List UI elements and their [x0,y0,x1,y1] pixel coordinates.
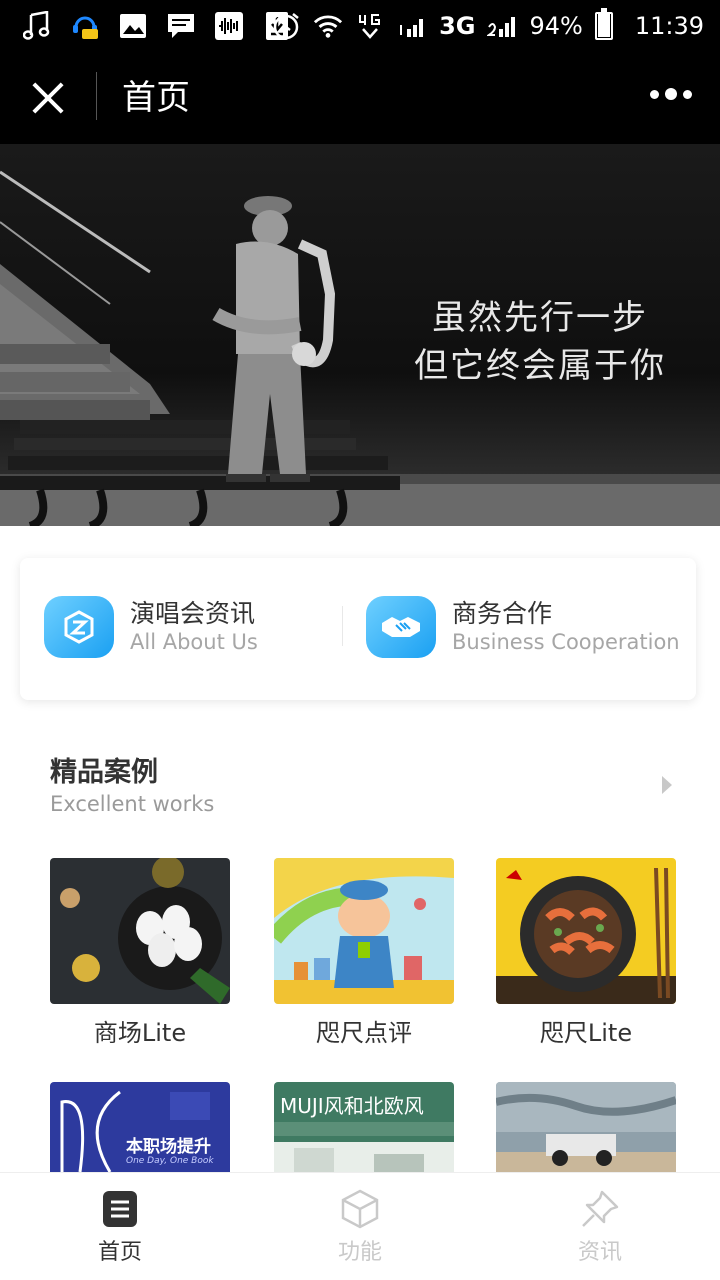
section-title: 精品案例 [50,757,158,788]
clock: 11:39 [634,12,704,40]
status-bar: 3G 94% 11:39 [0,0,720,52]
network-type: 3G [439,12,476,40]
battery-icon [594,8,613,40]
cube-icon [340,1189,380,1229]
case-label: 咫尺Lite [539,1019,633,1047]
case-card[interactable] [496,1082,676,1172]
case-card[interactable]: 咫尺Lite [496,858,676,1048]
case-thumbnail-career: 本职场提升 One Day, One Book [50,1082,230,1172]
banner-caption-line2: 但它终会属于你 [414,346,666,386]
tab-features[interactable]: 功能 [300,1189,420,1267]
quick-link-subtitle: All About Us [130,630,258,654]
banner-caption: 虽然先行一步 但它终会属于你 [380,294,700,390]
document-icon [100,1189,140,1229]
tab-label: 资讯 [577,1240,622,1265]
case-label: 商场Lite [93,1019,187,1047]
quick-links-card: 演唱会资讯 All About Us 商务合作 Business Coopera… [20,558,696,700]
message-icon [166,11,196,41]
case-card[interactable]: MUJI风和北欧风 [274,1082,454,1172]
hero-banner[interactable]: 虽然先行一步 但它终会属于你 [0,144,720,526]
nav-divider [96,72,97,120]
signal-2-icon [487,11,517,41]
case-card[interactable]: 本职场提升 One Day, One Book [50,1082,230,1172]
chevron-right-icon[interactable] [662,776,672,794]
quick-links-divider [342,606,343,646]
case-thumbnail-career-subtext: One Day, One Book [126,1156,214,1166]
case-thumbnail-career-text: 本职场提升 [126,1137,211,1157]
case-thumbnail-eggs [50,858,230,1004]
page-title: 首页 [122,78,190,118]
banner-caption-line1: 虽然先行一步 [432,298,648,338]
pin-icon [580,1189,620,1229]
z-logo-icon [44,596,114,658]
case-thumbnail-muji: MUJI风和北欧风 [274,1082,454,1172]
tab-home[interactable]: 首页 [60,1189,180,1267]
case-thumbnail-muji-text: MUJI风和北欧风 [280,1094,424,1118]
battery-percent: 94% [529,12,583,40]
wifi-icon [313,11,343,41]
case-thumbnail-shrimp [496,858,676,1004]
more-menu-button[interactable] [650,88,692,100]
handshake-icon [366,596,436,658]
case-thumbnail-jeep [496,1082,676,1172]
alarm-icon [271,11,301,41]
image-icon [118,11,148,41]
assistant-chat-icon [70,11,100,41]
navigation-bar: 首页 [0,52,720,144]
audio-wave-icon [214,11,244,41]
signal-1-icon [397,11,427,41]
quick-link-business[interactable]: 商务合作 Business Cooperation [366,592,680,662]
bottom-tab-bar: 首页 功能 资讯 [0,1172,720,1280]
quick-link-subtitle: Business Cooperation [452,630,680,654]
quick-link-title: 演唱会资讯 [130,599,256,628]
tab-news[interactable]: 资讯 [540,1189,660,1267]
tab-label: 功能 [337,1240,382,1265]
works-section-header[interactable]: 精品案例 Excellent works [50,756,680,820]
battery-level [597,14,610,37]
quick-link-title: 商务合作 [452,599,553,628]
section-subtitle: Excellent works [50,792,215,816]
close-button[interactable] [28,78,68,118]
tab-label: 首页 [97,1240,142,1265]
case-card[interactable]: 咫尺点评 [274,858,454,1048]
music-note-icon [22,11,52,41]
case-thumbnail-painter [274,858,454,1004]
case-card[interactable]: 商场Lite [50,858,230,1048]
case-label: 咫尺点评 [316,1019,412,1047]
4g-volte-icon [355,11,385,41]
quick-link-concert-news[interactable]: 演唱会资讯 All About Us [44,592,258,662]
